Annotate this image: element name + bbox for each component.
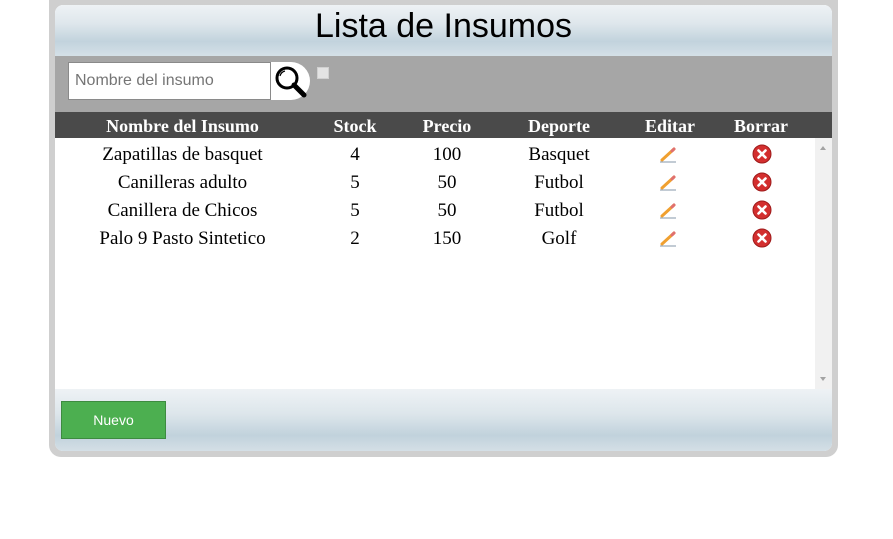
header-nombre[interactable]: Nombre del Insumo	[70, 112, 295, 138]
footer-bar: Nuevo	[55, 389, 832, 451]
cell-stock: 5	[350, 172, 360, 193]
search-input[interactable]	[68, 62, 271, 100]
cell-deporte: Futbol	[534, 200, 584, 221]
table-header: Nombre del Insumo Stock Precio Deporte E…	[55, 112, 832, 138]
delete-x-icon[interactable]	[752, 228, 772, 248]
pencil-icon[interactable]	[658, 228, 678, 248]
table-row[interactable]: Canillera de Chicos 5 50 Futbol	[55, 196, 815, 224]
panel-inner: Lista de Insumos Nombre del Insumo Stock…	[55, 5, 832, 451]
cell-precio: 100	[432, 144, 462, 165]
cell-nombre: Canillera de Chicos	[107, 200, 258, 221]
cell-stock: 2	[350, 228, 360, 249]
page-title: Lista de Insumos	[314, 7, 573, 45]
delete-x-icon[interactable]	[752, 144, 772, 164]
cell-deporte: Basquet	[528, 144, 590, 165]
header-precio[interactable]: Precio	[407, 112, 487, 138]
delete-x-icon[interactable]	[752, 172, 772, 192]
delete-x-icon[interactable]	[752, 200, 772, 220]
header-deporte[interactable]: Deporte	[509, 112, 609, 138]
table-body: Zapatillas de basquet 4 100 Basquet Cani…	[55, 138, 815, 389]
header-editar: Editar	[644, 116, 695, 136]
cell-deporte: Futbol	[534, 172, 584, 193]
search-bar	[55, 56, 832, 112]
pencil-icon[interactable]	[658, 144, 678, 164]
magnifier-icon	[275, 66, 307, 98]
cell-stock: 5	[350, 200, 360, 221]
main-panel: Lista de Insumos Nombre del Insumo Stock…	[49, 0, 838, 457]
pencil-icon[interactable]	[658, 200, 678, 220]
filter-checkbox[interactable]	[317, 67, 329, 79]
table-row[interactable]: Zapatillas de basquet 4 100 Basquet	[55, 140, 815, 168]
cell-precio: 50	[437, 200, 457, 221]
table-row[interactable]: Palo 9 Pasto Sintetico 2 150 Golf	[55, 224, 815, 252]
header-borrar: Borrar	[734, 116, 788, 136]
table-row[interactable]: Canilleras adulto 5 50 Futbol	[55, 168, 815, 196]
search-button[interactable]	[271, 62, 310, 100]
pencil-icon[interactable]	[658, 172, 678, 192]
table-scrollbar[interactable]	[815, 138, 832, 389]
scroll-up-arrow-icon[interactable]	[820, 146, 826, 150]
cell-nombre: Canilleras adulto	[117, 172, 248, 193]
cell-precio: 50	[437, 172, 457, 193]
scroll-down-arrow-icon[interactable]	[820, 377, 826, 381]
cell-stock: 4	[350, 144, 360, 165]
header-bar: Lista de Insumos	[55, 5, 832, 57]
cell-precio: 150	[432, 228, 462, 249]
cell-nombre: Zapatillas de basquet	[102, 144, 263, 165]
new-button[interactable]: Nuevo	[61, 401, 166, 439]
header-stock[interactable]: Stock	[320, 112, 390, 138]
cell-nombre: Palo 9 Pasto Sintetico	[99, 228, 266, 249]
cell-deporte: Golf	[541, 228, 577, 249]
